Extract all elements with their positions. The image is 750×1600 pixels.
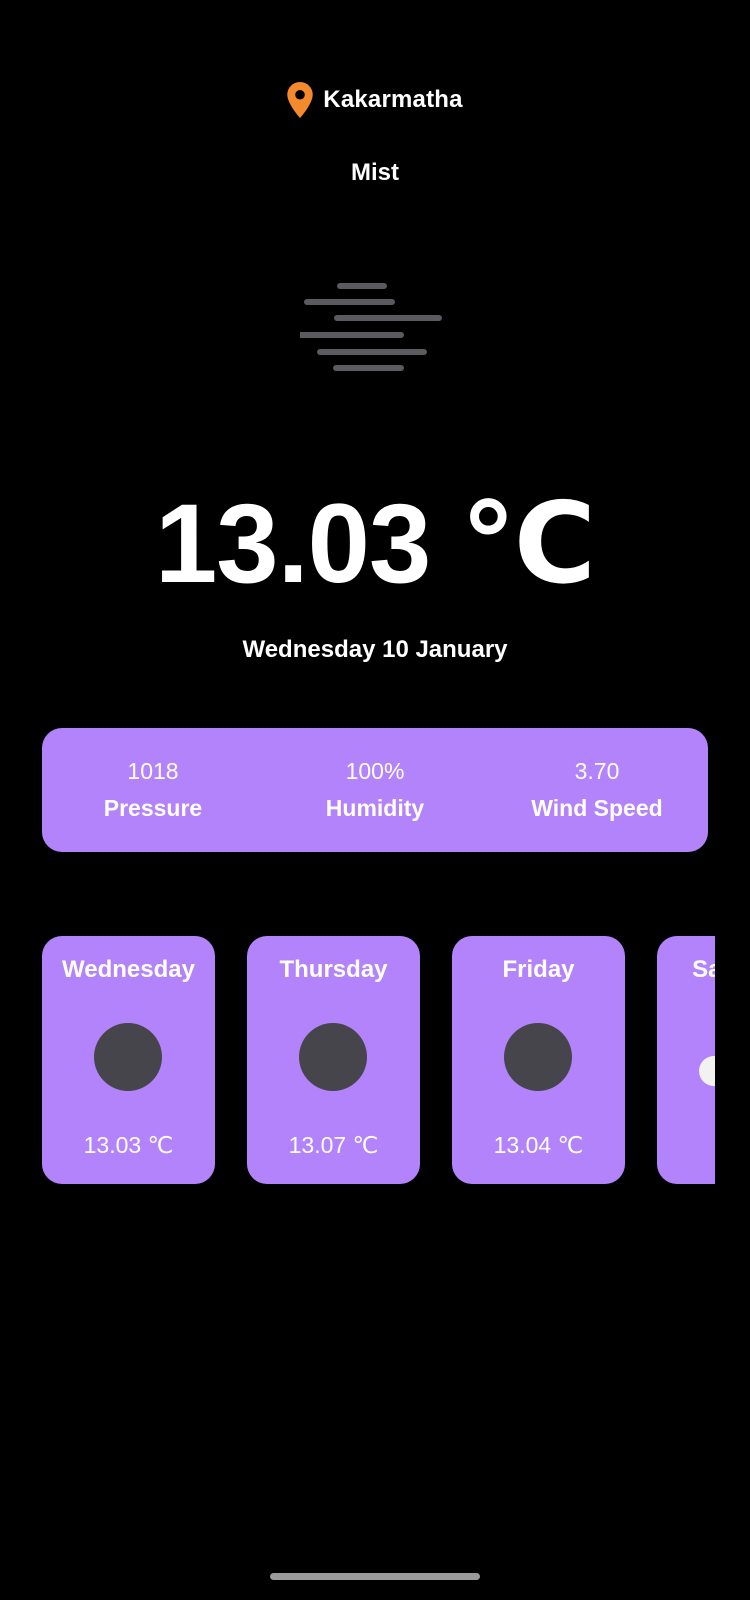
- weather-stats-card: 1018 Pressure 100% Humidity 3.70 Wind Sp…: [42, 728, 708, 852]
- location-name: Kakarmatha: [323, 86, 463, 113]
- forecast-temp: 13.07 ℃: [288, 1132, 379, 1158]
- stat-label: Pressure: [103, 795, 203, 821]
- stat-humidity: 100% Humidity: [275, 753, 475, 827]
- stat-value: 3.70: [574, 758, 620, 785]
- home-indicator[interactable]: [270, 1573, 480, 1580]
- stat-label: Humidity: [325, 795, 425, 821]
- cloud-icon: [504, 1023, 572, 1091]
- stat-pressure: 1018 Pressure: [53, 753, 253, 827]
- forecast-day: Friday: [502, 956, 575, 983]
- forecast-card-friday[interactable]: Friday 13.04 ℃: [452, 936, 625, 1184]
- stat-value: 100%: [345, 758, 405, 785]
- stat-wind-speed: 3.70 Wind Speed: [497, 753, 697, 827]
- forecast-card-thursday[interactable]: Thursday 13.07 ℃: [247, 936, 420, 1184]
- forecast-day: Wednesday: [62, 956, 195, 983]
- forecast-list[interactable]: Wednesday 13.03 ℃ Thursday 13.07 ℃ Frida…: [42, 936, 715, 1184]
- location-header: Kakarmatha: [0, 82, 750, 118]
- forecast-temp: 13.03 ℃: [83, 1132, 174, 1158]
- stat-value: 1018: [127, 758, 179, 785]
- forecast-day: Thursday: [279, 956, 388, 983]
- sun-icon: [699, 1056, 715, 1086]
- forecast-temp: 13.04 ℃: [493, 1132, 584, 1158]
- location-pin-icon: [287, 82, 314, 118]
- mist-icon: [300, 283, 442, 371]
- stat-label: Wind Speed: [531, 795, 663, 821]
- weather-condition: Mist: [351, 159, 399, 186]
- cloud-icon: [94, 1023, 162, 1091]
- forecast-card-saturday[interactable]: Saturday 13: [657, 936, 715, 1184]
- current-temperature: 13.03 ℃: [154, 481, 596, 606]
- forecast-card-wednesday[interactable]: Wednesday 13.03 ℃: [42, 936, 215, 1184]
- cloud-icon: [299, 1023, 367, 1091]
- forecast-strip: Wednesday 13.03 ℃ Thursday 13.07 ℃ Frida…: [42, 936, 715, 1184]
- forecast-day: Saturday: [692, 956, 715, 983]
- current-date: Wednesday 10 January: [242, 636, 508, 663]
- forecast-temp: 13: [657, 1132, 715, 1159]
